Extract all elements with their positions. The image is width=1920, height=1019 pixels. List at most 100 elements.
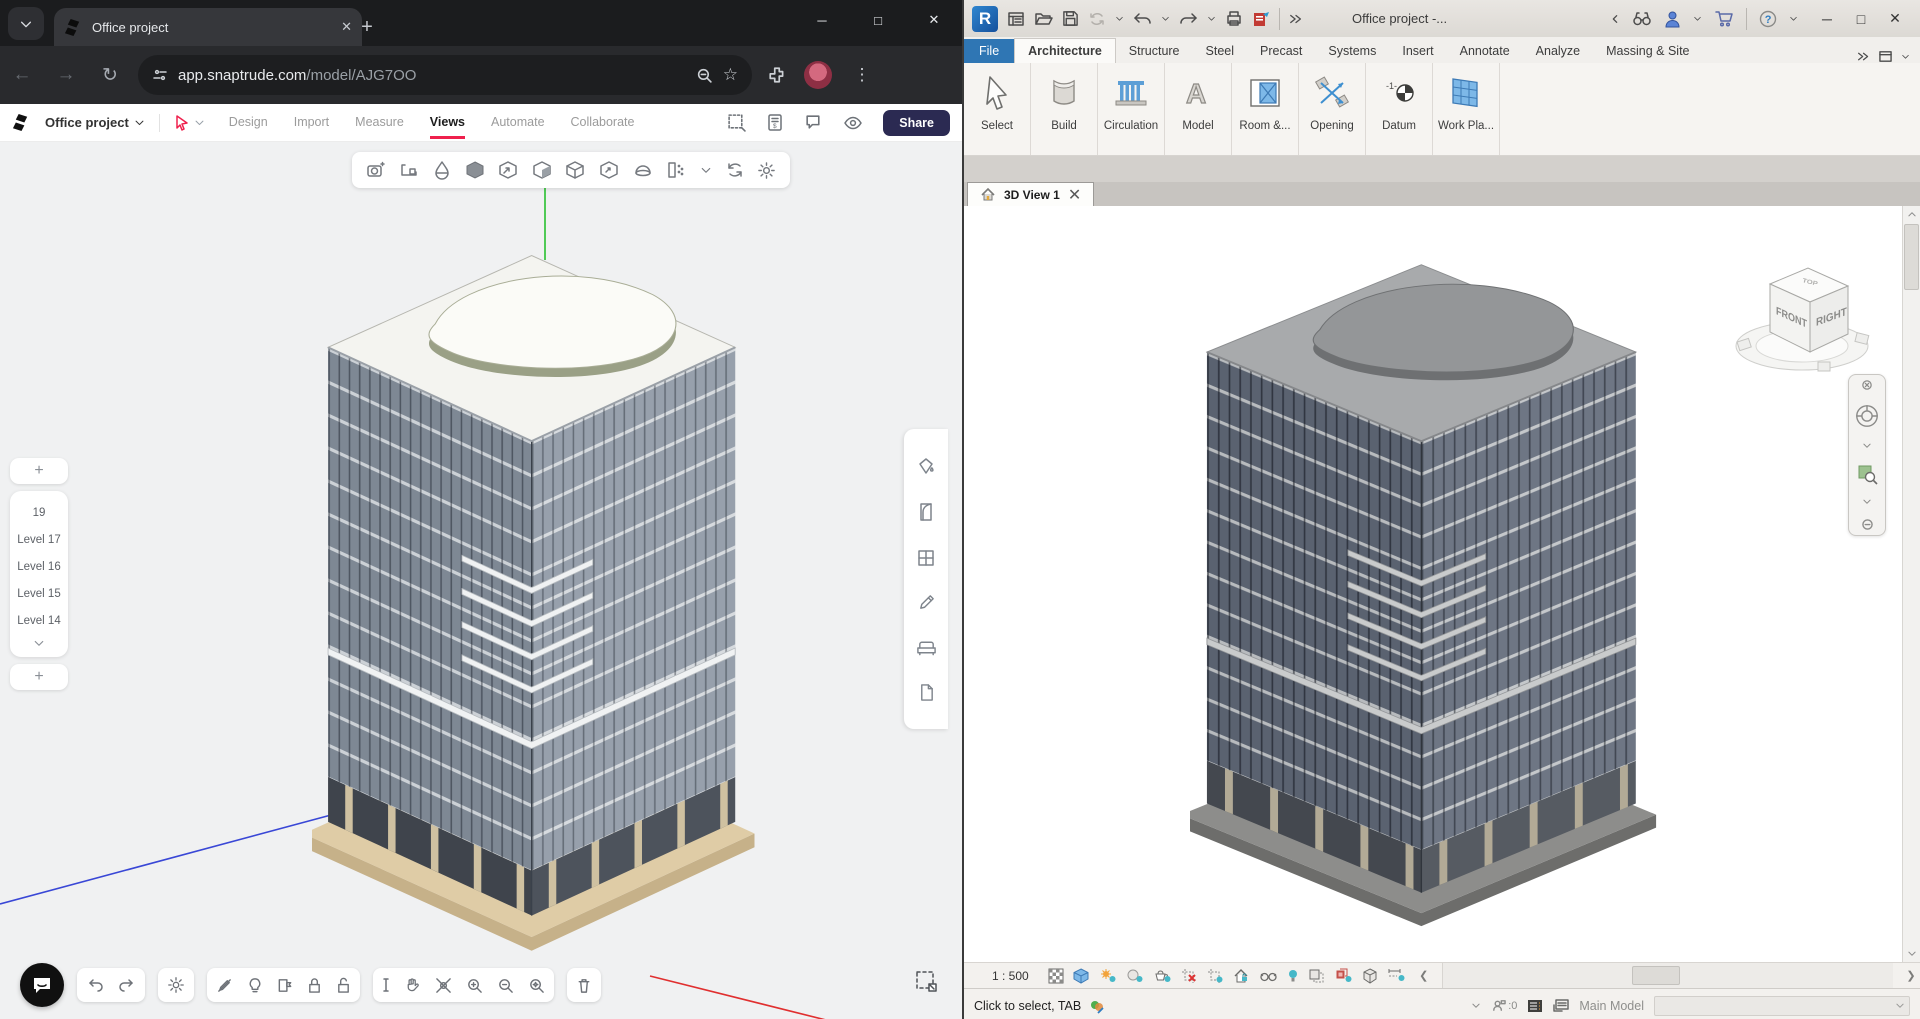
zoom-out-icon[interactable] — [497, 977, 514, 994]
zoom-region-icon[interactable] — [1856, 463, 1878, 485]
view-tab-3d-view-1[interactable]: 3D View 1 ✕ — [967, 182, 1094, 206]
bulb-icon[interactable] — [247, 977, 263, 994]
help-icon[interactable]: ? — [1759, 10, 1777, 28]
chevron-down-icon[interactable] — [1862, 442, 1872, 450]
maximize-icon[interactable]: □ — [1844, 11, 1878, 27]
zoom-out-icon[interactable] — [696, 67, 713, 84]
pen-icon[interactable] — [917, 593, 936, 612]
snaptrude-canvas[interactable]: + 19 Level 17 Level 16 Level 15 Level 14… — [0, 142, 962, 1019]
tab-architecture[interactable]: Architecture — [1014, 38, 1116, 63]
isometric-cube-icon[interactable] — [1362, 968, 1378, 984]
view-settings-gear-icon[interactable] — [757, 161, 776, 180]
close-icon[interactable]: ✕ — [906, 12, 962, 28]
app-store-cart-icon[interactable] — [1714, 10, 1734, 27]
level-item[interactable]: 19 — [10, 500, 68, 527]
close-view-icon[interactable]: ✕ — [1068, 185, 1081, 205]
hscroll-left-icon[interactable]: ❮ — [1415, 969, 1433, 982]
snaptrude-3d-model[interactable] — [312, 238, 762, 980]
home-file-icon[interactable] — [1007, 10, 1025, 28]
view-cube-corner-icon[interactable] — [599, 160, 619, 180]
levels-expand-chevron[interactable] — [10, 635, 68, 653]
paste-flag-icon[interactable] — [277, 977, 293, 994]
navbar-close-icon[interactable] — [1862, 380, 1872, 390]
view-cube-iso-icon[interactable] — [498, 160, 518, 180]
ribbon-work-plane[interactable]: Work Pla... — [1433, 63, 1500, 155]
worksets-indicator[interactable]: :0 — [1491, 998, 1517, 1013]
view-cube[interactable]: FRONT RIGHT TOP — [1730, 256, 1880, 374]
chevron-down-icon[interactable] — [1207, 14, 1216, 23]
select-tool[interactable] — [174, 115, 205, 131]
save-icon[interactable] — [1062, 10, 1079, 27]
active-design-option-icon[interactable] — [1553, 999, 1569, 1013]
sun-path-icon[interactable] — [666, 160, 686, 180]
frame-select-tool[interactable] — [914, 969, 940, 995]
horizontal-scroll-thumb[interactable] — [1632, 966, 1680, 985]
search-binoculars-icon[interactable] — [1632, 11, 1652, 27]
ribbon-opening[interactable]: Opening — [1299, 63, 1366, 155]
level-item[interactable]: Level 15 — [10, 581, 68, 608]
tab-massing-site[interactable]: Massing & Site — [1593, 39, 1702, 63]
revit-logo[interactable]: R — [972, 6, 998, 32]
navbar-collapse-icon[interactable] — [1862, 519, 1873, 530]
add-level-below-button[interactable]: + — [10, 664, 68, 690]
temporary-hide-isolate-icon[interactable] — [1259, 969, 1278, 983]
chevron-down-icon[interactable] — [1471, 1002, 1481, 1010]
design-options-list-icon[interactable] — [1527, 999, 1543, 1013]
chevron-down-icon[interactable] — [1693, 14, 1702, 23]
horizontal-scrollbar[interactable] — [1442, 963, 1893, 988]
chevron-down-icon[interactable] — [1161, 14, 1170, 23]
menu-views[interactable]: Views — [430, 106, 465, 139]
chevron-down-icon[interactable] — [1789, 14, 1798, 23]
furniture-sofa-icon[interactable] — [916, 639, 937, 657]
comments-icon[interactable] — [804, 113, 823, 132]
undo-icon[interactable] — [86, 977, 104, 993]
save-view-icon[interactable] — [366, 160, 386, 180]
view-scale[interactable]: 1 : 500 — [992, 969, 1029, 983]
redo-icon[interactable] — [118, 977, 136, 993]
gear-icon[interactable] — [167, 976, 185, 994]
unlock-icon[interactable] — [336, 977, 351, 994]
chevron-down-icon[interactable] — [1862, 498, 1872, 506]
level-item[interactable]: Level 14 — [10, 608, 68, 635]
ribbon-circulation[interactable]: Circulation — [1098, 63, 1165, 155]
project-selector[interactable]: Office project — [45, 115, 145, 130]
measure-temp-dims-icon[interactable] — [1387, 968, 1406, 984]
chevron-down-icon[interactable] — [1901, 52, 1910, 61]
objects-page-icon[interactable] — [918, 683, 935, 702]
export-icon[interactable] — [1252, 10, 1270, 28]
visual-style-icon[interactable] — [1073, 968, 1090, 984]
unlocked-view-icon[interactable] — [1233, 968, 1250, 984]
window-icon[interactable] — [917, 549, 935, 567]
menu-collaborate[interactable]: Collaborate — [571, 106, 635, 139]
minimize-icon[interactable]: ─ — [794, 13, 850, 28]
tab-file[interactable]: File — [964, 39, 1014, 63]
redo-icon[interactable] — [1179, 11, 1198, 26]
view-cube-solid-icon[interactable] — [465, 160, 485, 180]
tab-annotate[interactable]: Annotate — [1447, 39, 1523, 63]
share-button[interactable]: Share — [883, 110, 950, 136]
extensions-icon[interactable] — [768, 66, 786, 84]
shadows-icon[interactable] — [1126, 968, 1144, 984]
sun-path-icon[interactable] — [1099, 968, 1117, 984]
zoom-extents-icon[interactable] — [528, 977, 545, 994]
area-select-icon[interactable] — [727, 113, 746, 132]
menu-measure[interactable]: Measure — [355, 106, 404, 139]
more-tabs-icon[interactable] — [1857, 51, 1870, 62]
reload-icon[interactable]: ↻ — [88, 64, 132, 87]
steering-wheel-icon[interactable] — [1854, 403, 1880, 429]
back-icon[interactable]: ← — [0, 64, 44, 86]
ribbon-room-area[interactable]: Room &... — [1232, 63, 1299, 155]
design-option-label[interactable]: Main Model — [1579, 999, 1644, 1013]
collapse-left-icon[interactable] — [1610, 14, 1620, 24]
materials-bucket-icon[interactable] — [916, 456, 936, 476]
door-icon[interactable] — [917, 502, 935, 522]
orbit-drop-icon[interactable] — [433, 160, 451, 180]
ribbon-build[interactable]: Build — [1031, 63, 1098, 155]
maximize-icon[interactable]: □ — [850, 13, 906, 28]
tab-analyze[interactable]: Analyze — [1523, 39, 1593, 63]
dome-view-icon[interactable] — [633, 161, 653, 179]
trash-icon[interactable] — [576, 977, 592, 994]
lock-icon[interactable] — [307, 977, 322, 994]
level-item[interactable]: Level 16 — [10, 554, 68, 581]
tab-systems[interactable]: Systems — [1315, 39, 1389, 63]
